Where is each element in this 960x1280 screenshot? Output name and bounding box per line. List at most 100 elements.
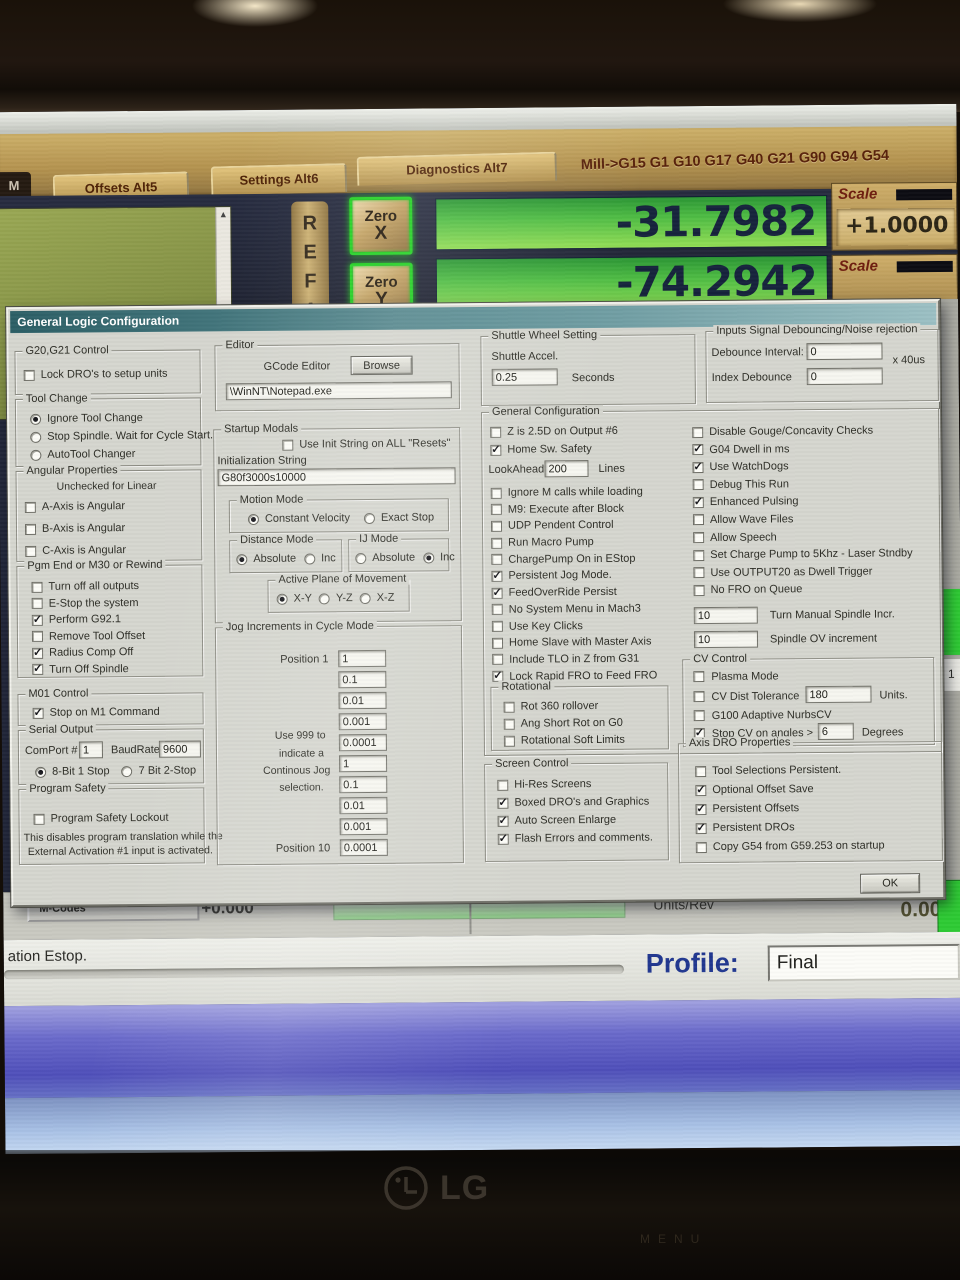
checkbox-row[interactable]: C-Axis is Angular — [25, 543, 126, 558]
checkbox[interactable] — [695, 784, 707, 796]
radio-row[interactable]: X-Z — [359, 591, 395, 605]
checkbox[interactable] — [491, 604, 503, 616]
checkbox-row[interactable]: Persistent Jog Mode. — [491, 568, 656, 583]
checkbox-row[interactable]: Program Safety Lockout — [33, 811, 169, 826]
checkbox-row[interactable]: UDP Pendent Control — [490, 518, 656, 533]
jog-increment-input[interactable] — [338, 712, 387, 731]
checkbox[interactable] — [24, 523, 37, 535]
radio-button[interactable] — [121, 765, 133, 777]
checkbox[interactable] — [490, 444, 502, 456]
checkbox-row[interactable]: E-Stop the system — [31, 595, 145, 610]
checkbox[interactable] — [497, 797, 509, 809]
jog-increment-input[interactable] — [339, 754, 388, 773]
checkbox-row[interactable]: Disable Gouge/Concavity Checks — [692, 423, 912, 439]
checkbox-row[interactable]: Use Init String on ALL "Resets" — [282, 436, 450, 451]
checkbox[interactable] — [692, 496, 704, 509]
checkbox[interactable] — [692, 426, 704, 438]
checkbox[interactable] — [497, 815, 509, 827]
stop-cv-input[interactable] — [817, 722, 854, 741]
checkbox[interactable] — [23, 369, 35, 381]
checkbox[interactable] — [491, 537, 503, 549]
comport-input[interactable] — [78, 741, 104, 759]
radio-row[interactable]: AutoTool Changer — [30, 446, 213, 462]
checkbox-row[interactable]: Boxed DRO's and Graphics — [497, 795, 652, 810]
radio-button[interactable] — [318, 592, 331, 604]
checkbox-row[interactable]: Auto Screen Enlarge — [497, 813, 653, 828]
checkbox-row[interactable]: Enhanced Pulsing — [692, 494, 913, 510]
checkbox-row[interactable]: No System Menu in Mach3 — [491, 601, 657, 616]
checkbox-row[interactable]: Debug This Run — [692, 476, 913, 492]
checkbox[interactable] — [692, 444, 704, 456]
checkbox[interactable] — [503, 735, 515, 747]
checkbox-row[interactable]: Use OUTPUT20 as Dwell Trigger — [693, 564, 913, 580]
checkbox[interactable] — [24, 501, 36, 513]
jog-increment-input[interactable] — [339, 817, 388, 836]
checkbox[interactable] — [31, 597, 43, 609]
checkbox-row[interactable]: Turn off all outputs — [31, 579, 144, 594]
checkbox-row[interactable]: Home Slave with Master Axis — [491, 635, 657, 650]
radio-button[interactable] — [236, 553, 248, 565]
tab-settings[interactable]: Settings Alt6 — [210, 162, 348, 196]
jog-increment-input[interactable] — [339, 775, 388, 794]
radio-button[interactable] — [304, 552, 316, 565]
ok-button[interactable]: OK — [860, 873, 921, 894]
checkbox[interactable] — [31, 630, 44, 642]
jog-increment-input[interactable] — [339, 796, 388, 815]
checkbox[interactable] — [492, 654, 504, 666]
radio-row[interactable]: Inc — [304, 551, 336, 565]
checkbox-row[interactable]: Radius Comp Off — [32, 645, 145, 660]
checkbox-row[interactable]: Z is 2.5D on Output #6 — [490, 424, 618, 439]
checkbox[interactable] — [695, 822, 707, 834]
checkbox[interactable] — [503, 718, 515, 730]
checkbox-row[interactable]: Ang Short Rot on G0 — [503, 716, 625, 731]
checkbox-row[interactable]: Persistent Offsets — [695, 800, 884, 816]
index-debounce-input[interactable] — [806, 367, 883, 386]
jog-increment-input[interactable] — [338, 649, 387, 668]
radio-button[interactable] — [423, 551, 435, 563]
checkbox[interactable] — [695, 803, 707, 815]
checkbox-row[interactable]: FeedOverRide Persist — [491, 585, 657, 600]
checkbox[interactable] — [693, 567, 705, 579]
checkbox[interactable] — [491, 637, 504, 649]
profile-value-field[interactable]: Final — [767, 943, 960, 982]
checkbox[interactable] — [490, 520, 503, 532]
editor-path-input[interactable] — [225, 381, 452, 401]
radio-button[interactable] — [363, 512, 375, 524]
checkbox[interactable] — [33, 813, 45, 825]
checkbox[interactable] — [693, 691, 705, 703]
checkbox-row[interactable]: Include TLO in Z from G31 — [492, 651, 657, 666]
checkbox[interactable] — [32, 707, 44, 719]
checkbox[interactable] — [693, 549, 705, 561]
checkbox-row[interactable]: M9: Execute after Block — [490, 501, 656, 516]
checkbox-row[interactable]: Turn Off Spindle — [32, 661, 145, 676]
shuttle-accel-input[interactable] — [491, 368, 558, 386]
checkbox[interactable] — [491, 587, 503, 599]
radio-row[interactable]: 7 Bit 2-Stop — [121, 763, 197, 778]
checkbox-row[interactable]: Optional Offset Save — [695, 781, 884, 797]
debounce-interval-input[interactable] — [806, 342, 883, 361]
browse-button[interactable]: Browse — [350, 355, 413, 376]
lookahead-input[interactable] — [544, 460, 589, 478]
radio-row[interactable]: Inc — [423, 550, 455, 564]
checkbox-row[interactable]: Stop on M1 Command — [32, 705, 160, 720]
checkbox-row[interactable]: A-Axis is Angular — [24, 499, 126, 514]
units-rev-value[interactable]: 0.00 — [841, 898, 941, 923]
checkbox-row[interactable]: Copy G54 from G59.253 on startup — [695, 838, 885, 854]
radio-row[interactable]: Absolute — [236, 552, 296, 567]
checkbox-row[interactable]: G04 Dwell in ms — [692, 441, 912, 457]
checkbox-row[interactable]: Flash Errors and comments. — [497, 831, 653, 846]
radio-row[interactable]: X-Y — [276, 591, 312, 605]
radio-button[interactable] — [30, 449, 42, 461]
checkbox[interactable] — [32, 663, 44, 675]
checkbox[interactable] — [490, 426, 502, 438]
checkbox[interactable] — [491, 554, 503, 566]
checkbox[interactable] — [693, 671, 705, 683]
spindle-incr-input[interactable] — [693, 606, 758, 625]
checkbox-row[interactable]: Hi-Res Screens — [497, 777, 652, 792]
zero-x-button[interactable]: Zero X — [349, 196, 413, 256]
radio-button[interactable] — [30, 431, 42, 443]
radio-row[interactable]: Exact Stop — [363, 510, 434, 525]
checkbox-row[interactable]: Lock DRO's to setup units — [23, 367, 168, 382]
x-axis-dro[interactable]: -31.7982 — [435, 194, 828, 251]
checkbox-row[interactable]: Rot 360 rollover — [503, 699, 625, 714]
